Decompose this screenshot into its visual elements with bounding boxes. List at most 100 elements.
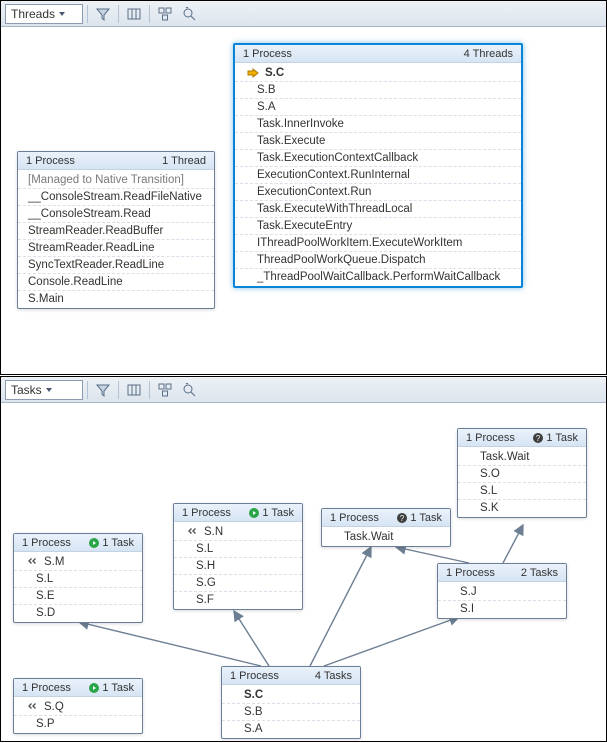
thread-stack-box-selected[interactable]: 1 Process 4 Threads S.C S.B S.A Task.Inn… (233, 43, 523, 288)
box-body: S.M S.L S.E S.D (14, 552, 142, 622)
stack-frame[interactable]: [Managed to Native Transition] (18, 171, 214, 188)
question-icon: ? (397, 513, 407, 523)
layout-button[interactable] (154, 379, 176, 401)
stack-frame[interactable]: StreamReader.ReadBuffer (18, 222, 214, 239)
frame-text: S.P (36, 718, 55, 730)
stack-frame[interactable]: ExecutionContext.RunInternal (235, 166, 521, 183)
header-task-count: 1 Task (102, 537, 134, 549)
box-header: 1 Process 1 Task (14, 679, 142, 697)
stack-frame[interactable]: Console.ReadLine (18, 273, 214, 290)
stack-frame[interactable]: S.M (14, 553, 142, 570)
stack-frame[interactable]: S.A (235, 98, 521, 115)
header-task-count: 1 Task (102, 682, 134, 694)
stack-frame[interactable]: S.B (235, 81, 521, 98)
frame-text: S.Main (28, 293, 64, 305)
filter-button[interactable] (92, 379, 114, 401)
stack-frame[interactable]: S.J (438, 583, 566, 600)
stack-frame[interactable]: Task.Wait (458, 448, 586, 465)
stack-frame[interactable]: Task.InnerInvoke (235, 115, 521, 132)
zoom-button[interactable] (178, 3, 200, 25)
layout-button[interactable] (154, 3, 176, 25)
stack-frame[interactable]: S.H (174, 557, 302, 574)
frame-text: Task.Execute (257, 135, 325, 147)
task-box[interactable]: 1 Process ? 1 Task Task.Wait (321, 508, 451, 547)
frame-text: ExecutionContext.RunInternal (257, 169, 410, 181)
threads-canvas[interactable]: 1 Process 1 Thread [Managed to Native Tr… (1, 27, 606, 374)
stack-frame[interactable]: Task.ExecutionContextCallback (235, 149, 521, 166)
stack-frame[interactable]: Task.Execute (235, 132, 521, 149)
threads-toolbar: Threads (1, 1, 606, 27)
toolbar-separator (149, 5, 150, 23)
frame-text: Console.ReadLine (28, 276, 123, 288)
task-box[interactable]: 1 Process ? 1 Task Task.Wait S.O S.L S.K (457, 428, 587, 518)
frame-text: Task.Wait (344, 531, 393, 543)
stack-frame[interactable]: IThreadPoolWorkItem.ExecuteWorkItem (235, 234, 521, 251)
stack-frame[interactable]: S.C (235, 64, 521, 81)
stack-frame[interactable]: ExecutionContext.Run (235, 183, 521, 200)
frame-text: S.A (257, 101, 276, 113)
task-box[interactable]: 1 Process 2 Tasks S.J S.I (437, 563, 567, 619)
stack-frame[interactable]: StreamReader.ReadLine (18, 239, 214, 256)
dropdown-arrow-icon (55, 10, 69, 18)
thread-stack-box[interactable]: 1 Process 1 Thread [Managed to Native Tr… (17, 151, 215, 309)
stack-frame[interactable]: Task.ExecuteWithThreadLocal (235, 200, 521, 217)
stack-frame[interactable]: _ThreadPoolWaitCallback.PerformWaitCallb… (235, 268, 521, 285)
stack-frame[interactable]: __ConsoleStream.ReadFileNative (18, 188, 214, 205)
zoom-button[interactable] (178, 379, 200, 401)
view-selector[interactable]: Tasks (5, 380, 83, 400)
frame-text: S.M (44, 556, 64, 568)
stack-frame[interactable]: S.A (222, 720, 360, 737)
view-selector[interactable]: Threads (5, 4, 83, 24)
stack-frame[interactable]: S.G (174, 574, 302, 591)
header-process-count: 1 Process (446, 567, 495, 579)
task-box[interactable]: 1 Process 1 Task S.Q S.P (13, 678, 143, 734)
task-box[interactable]: 1 Process 1 Task S.M S.L S.E S.D (13, 533, 143, 623)
frame-text: __ConsoleStream.Read (28, 208, 151, 220)
header-thread-count: 1 Thread (162, 155, 206, 167)
filter-button[interactable] (92, 3, 114, 25)
stack-frame[interactable]: S.L (14, 570, 142, 587)
box-body: Task.Wait (322, 527, 450, 546)
box-header: 1 Process ? 1 Task (322, 509, 450, 527)
box-header: 1 Process 1 Task (174, 504, 302, 522)
stack-frame[interactable]: Task.ExecuteEntry (235, 217, 521, 234)
frame-text: S.K (480, 502, 499, 514)
stack-frame[interactable]: S.E (14, 587, 142, 604)
frame-text: S.C (265, 67, 284, 79)
header-task-count: 4 Tasks (315, 670, 352, 682)
stack-frame[interactable]: S.F (174, 591, 302, 608)
stack-frame[interactable]: S.C (222, 686, 360, 703)
task-box[interactable]: 1 Process 1 Task S.N S.L S.H S.G S.F (173, 503, 303, 610)
stack-frame[interactable]: ThreadPoolWorkQueue.Dispatch (235, 251, 521, 268)
tasks-pane: Tasks (0, 376, 607, 742)
header-process-count: 1 Process (230, 670, 279, 682)
stack-frame[interactable]: S.D (14, 604, 142, 621)
expand-icon (24, 702, 40, 712)
box-body: S.C S.B S.A Task.InnerInvoke Task.Execut… (235, 63, 521, 286)
frame-text: S.D (36, 607, 55, 619)
stack-frame[interactable]: S.N (174, 523, 302, 540)
stack-frame[interactable]: __ConsoleStream.Read (18, 205, 214, 222)
tasks-canvas[interactable]: 1 Process 1 Task S.M S.L S.E S.D 1 Proce… (1, 403, 606, 741)
box-header: 1 Process 2 Tasks (438, 564, 566, 582)
stack-frame[interactable]: S.Main (18, 290, 214, 307)
frame-text: Task.ExecutionContextCallback (257, 152, 418, 164)
stack-frame[interactable]: S.O (458, 465, 586, 482)
column-button[interactable] (123, 3, 145, 25)
header-thread-count: 4 Threads (464, 48, 513, 60)
box-header: 1 Process 4 Tasks (222, 667, 360, 685)
stack-frame[interactable]: S.L (458, 482, 586, 499)
stack-frame[interactable]: S.L (174, 540, 302, 557)
stack-frame[interactable]: SyncTextReader.ReadLine (18, 256, 214, 273)
toolbar-separator (118, 381, 119, 399)
stack-frame[interactable]: S.B (222, 703, 360, 720)
frame-text: StreamReader.ReadLine (28, 242, 155, 254)
stack-frame[interactable]: S.K (458, 499, 586, 516)
task-box[interactable]: 1 Process 4 Tasks S.C S.B S.A (221, 666, 361, 739)
stack-frame[interactable]: S.I (438, 600, 566, 617)
stack-frame[interactable]: S.P (14, 715, 142, 732)
column-button[interactable] (123, 379, 145, 401)
frame-text: S.L (480, 485, 497, 497)
stack-frame[interactable]: S.Q (14, 698, 142, 715)
stack-frame[interactable]: Task.Wait (322, 528, 450, 545)
